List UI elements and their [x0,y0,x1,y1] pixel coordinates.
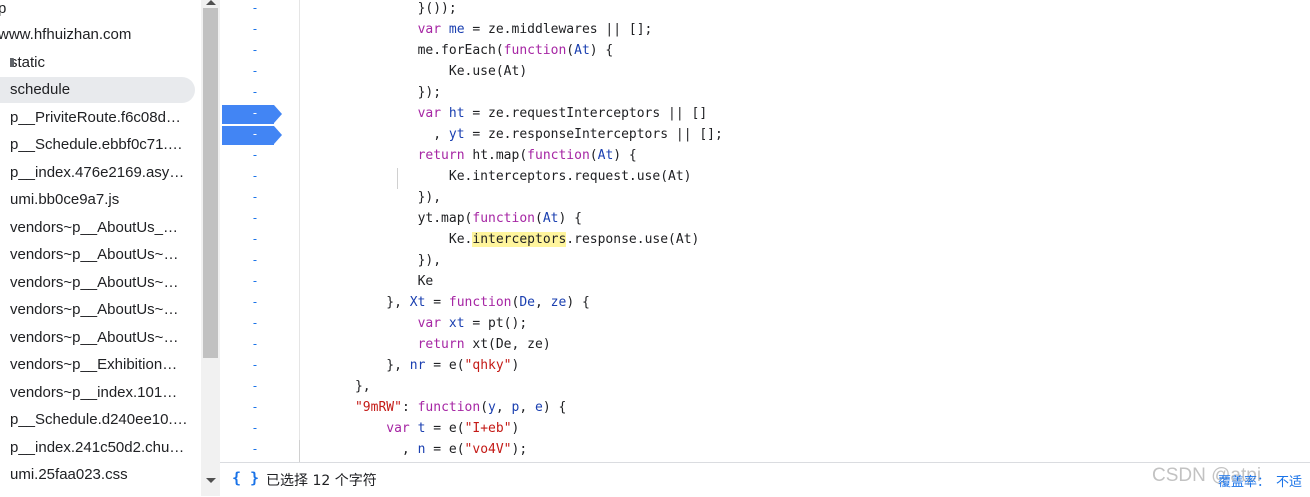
tree-file[interactable]: vendors~p__AboutUs~… [10,325,195,351]
gutter-mark[interactable]: - [220,292,290,313]
code-line: "9mRW": function(y, p, e) { [354,400,567,415]
gutter-mark[interactable]: - [220,103,290,124]
gutter-mark[interactable]: - [220,250,290,271]
sidebar-scrollbar[interactable] [201,0,220,496]
code-line: return xt(De, ze) [417,337,551,352]
tree-file[interactable]: vendors~p__AboutUs~… [10,297,195,323]
code-line: , yt = ze.responseInterceptors || []; [308,127,723,142]
gutter-mark[interactable]: - [220,0,290,19]
tree-header[interactable]: p [0,0,6,22]
code-line: Ke [308,274,434,289]
code-line: var ht = ze.requestInterceptors || [] [417,106,708,121]
code-line: Ke.interceptors.request.use(At) [308,169,692,184]
scroll-up-icon[interactable] [206,0,216,5]
tree-folder-static[interactable]: static [10,50,195,76]
gutter-mark[interactable]: - [220,355,290,376]
code-line: Ke.interceptors.response.use(At) [308,232,700,247]
gutter-mark[interactable]: - [220,208,290,229]
gutter-mark[interactable]: - [220,124,290,145]
code-line: , n = e("vo4V"); [308,442,528,457]
tree-file[interactable]: vendors~p__AboutUs~… [10,242,195,268]
scroll-thumb[interactable] [203,8,218,358]
gutter-mark[interactable]: - [220,19,290,40]
folder-icon [10,58,14,67]
gutter-divider [299,0,300,462]
tree-file[interactable]: p__index.241c50d2.chu… [10,435,195,461]
tree-file[interactable]: vendors~p__Exhibition… [10,352,195,378]
tree-domain[interactable]: www.hfhuizhan.com [0,22,198,48]
code-editor[interactable]: }()); var me = ze.middlewares || []; me.… [220,0,1310,462]
gutter-mark[interactable]: - [220,61,290,82]
gutter-mark[interactable]: - [220,313,290,334]
code-line: Ke.use(At) [308,64,528,79]
code-line: var t = e("I+eb") [386,421,520,436]
tree-folder-label: static [10,54,46,71]
code-line: return ht.map(function(At) { [417,148,637,163]
gutter-mark[interactable]: - [220,271,290,292]
gutter-mark[interactable]: - [220,376,290,397]
gutter-mark[interactable]: - [220,439,290,460]
tree-file[interactable]: vendors~p__index.101… [10,380,195,406]
gutter-mark[interactable]: - [220,145,290,166]
coverage-value: 不适 [1276,475,1303,490]
gutter-mark[interactable]: - [220,82,290,103]
gutter-mark[interactable]: - [220,334,290,355]
tree-file[interactable]: umi.bb0ce9a7.js [10,187,195,213]
indent-guide [299,440,300,462]
gutter-mark[interactable]: - [220,166,290,187]
code-line: }, [308,379,371,394]
code-line: yt.map(function(At) { [308,211,582,226]
gutter-mark[interactable]: - [220,187,290,208]
coverage-link[interactable]: 覆盖率： [1218,471,1270,490]
code-line: var xt = pt(); [417,316,528,331]
code-line: me.forEach(function(At) { [308,43,614,58]
code-line: }), [308,190,442,205]
tree-item-schedule[interactable]: schedule [0,77,195,103]
scroll-down-icon[interactable] [206,478,216,483]
selection-status: 已选择 12 个字符 [266,473,377,489]
code-line: }, nr = e("qhky") [308,358,520,373]
code-line: var me = ze.middlewares || []; [417,22,653,37]
tree-file[interactable]: p__index.476e2169.asy… [10,160,195,186]
code-line: }), [308,253,442,268]
gutter-mark[interactable]: - [220,397,290,418]
gutter-mark[interactable]: - [220,229,290,250]
tree-file[interactable]: umi.25faa023.css [10,462,195,488]
tree-file[interactable]: p__PriviteRoute.f6c08d… [10,105,195,131]
tree-file[interactable]: vendors~p__AboutUs~… [10,270,195,296]
tree-file[interactable]: p__Schedule.ebbf0c71.… [10,132,195,158]
status-bar: { } 已选择 12 个字符 CSDN @atpi 覆盖率： 不适 [220,462,1310,497]
gutter-mark[interactable]: - [220,40,290,61]
tree-file[interactable]: vendors~p__AboutUs_… [10,215,195,241]
gutter-mark[interactable]: - [220,418,290,439]
file-tree: p www.hfhuizhan.com static schedule p__P… [0,0,201,496]
tree-file[interactable]: p__Schedule.d240ee10.… [10,407,195,433]
code-line: }, Xt = function(De, ze) { [308,295,590,310]
pretty-print-icon[interactable]: { } [232,469,259,487]
code-line: }); [308,85,442,100]
code-line: }()); [308,1,457,16]
